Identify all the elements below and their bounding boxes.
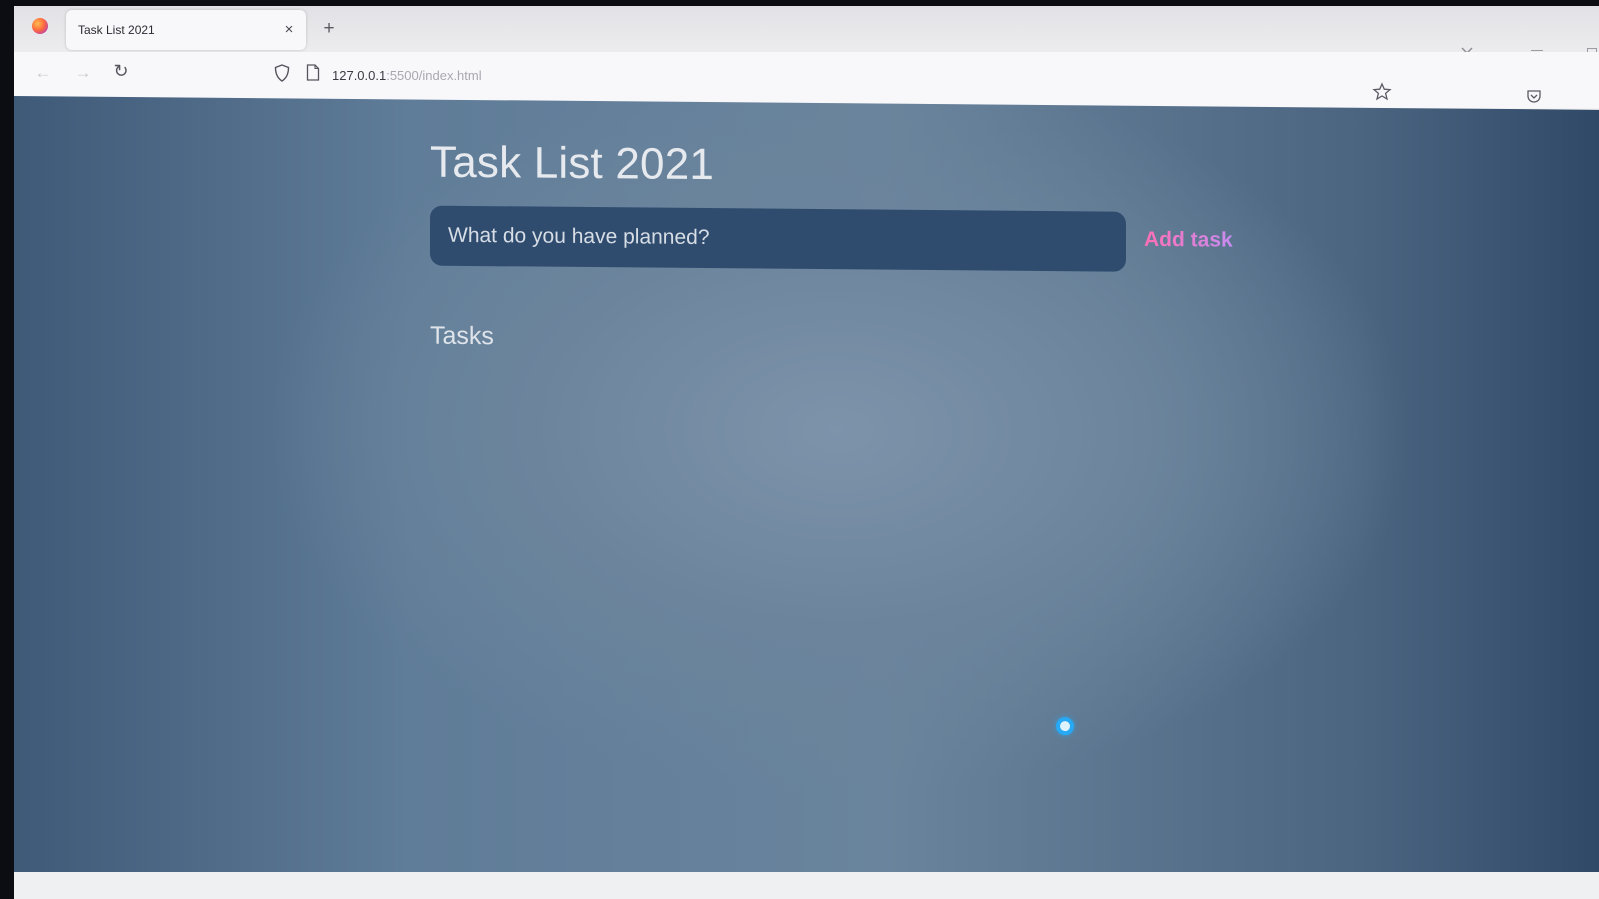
firefox-logo-icon — [32, 18, 48, 34]
url-host: 127.0.0.1 — [332, 68, 387, 83]
tab-strip: Task List 2021 × + — [14, 6, 1599, 58]
close-icon[interactable]: × — [280, 21, 298, 39]
reload-icon[interactable]: ↻ — [110, 60, 132, 82]
tab-title: Task List 2021 — [78, 23, 155, 37]
shield-icon[interactable] — [274, 64, 290, 82]
page-icon[interactable] — [306, 64, 320, 81]
task-form: Add task — [430, 205, 1260, 273]
tab-task-list[interactable]: Task List 2021 × — [66, 10, 306, 50]
task-input[interactable] — [430, 205, 1126, 272]
tasks-heading: Tasks — [430, 321, 494, 351]
back-arrow-icon[interactable]: ← — [32, 62, 54, 84]
browser-window: Task List 2021 × + ← → ↻ 127.0.0.1:5500/… — [14, 6, 1599, 899]
screen-bottom-edge — [14, 872, 1599, 899]
plus-icon[interactable]: + — [318, 19, 340, 41]
task-app: Task List 2021 Add task Tasks — [430, 138, 1260, 568]
web-page: Task List 2021 Add task Tasks — [14, 96, 1599, 890]
page-title: Task List 2021 — [430, 137, 715, 190]
busy-cursor-icon — [1056, 717, 1074, 736]
add-task-button[interactable]: Add task — [1144, 228, 1233, 253]
task-list — [430, 361, 1260, 568]
pocket-icon[interactable] — [1526, 88, 1542, 104]
url-path: :5500/index.html — [386, 68, 482, 83]
forward-arrow-icon[interactable]: → — [72, 62, 94, 84]
star-icon[interactable] — [1372, 82, 1392, 102]
url-bar[interactable]: 127.0.0.1:5500/index.html — [332, 68, 482, 83]
minimize-icon[interactable] — [1531, 50, 1543, 51]
